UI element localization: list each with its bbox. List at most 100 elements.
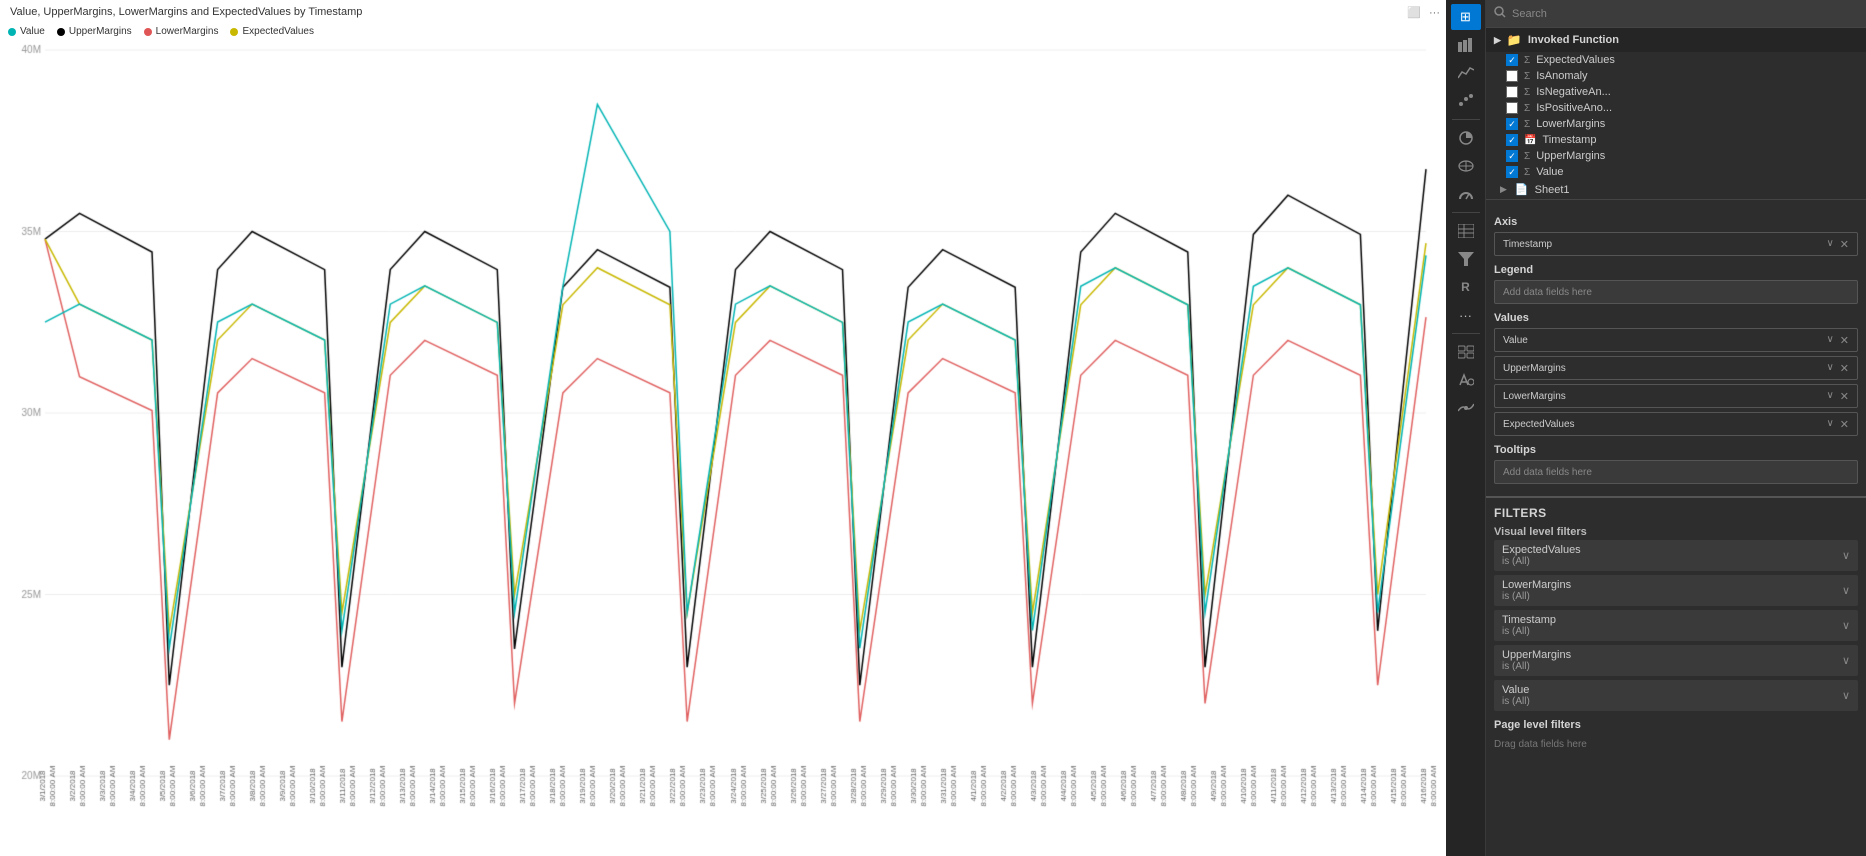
field-timestamp[interactable]: ✓ 📅 Timestamp (1486, 132, 1866, 148)
filter-timestamp-name: Timestamp (1502, 614, 1556, 626)
tb-icon-map[interactable] (1451, 153, 1481, 179)
filter-timestamp-inner: Timestamp is (All) (1502, 614, 1556, 637)
tb-icon-fields[interactable] (1451, 339, 1481, 365)
values-label-expected: ExpectedValues (1503, 419, 1575, 430)
field-upper-margins[interactable]: ✓ Σ UpperMargins (1486, 148, 1866, 164)
values-expected-chevron[interactable]: ∨ (1826, 418, 1833, 431)
filter-value[interactable]: Value is (All) ∨ (1494, 680, 1858, 711)
values-field-lower[interactable]: LowerMargins ∨ ✕ (1494, 384, 1858, 408)
field-name-lower: LowerMargins (1536, 118, 1605, 130)
axis-remove[interactable]: ✕ (1840, 238, 1849, 251)
filter-upper-val: is (All) (1502, 661, 1571, 672)
field-name-timestamp: Timestamp (1542, 134, 1596, 146)
tb-icon-grid[interactable]: ⊞ (1451, 4, 1481, 30)
tb-icon-filter[interactable] (1451, 246, 1481, 272)
axis-section-title: Axis (1494, 216, 1858, 228)
invoked-function-label: Invoked Function (1528, 34, 1619, 46)
filter-expected-name: ExpectedValues (1502, 544, 1581, 556)
field-name-upper: UpperMargins (1536, 150, 1605, 162)
field-icon-expected: Σ (1524, 55, 1530, 66)
values-label-upper: UpperMargins (1503, 363, 1566, 374)
tb-icon-pie[interactable] (1451, 125, 1481, 151)
filter-lower[interactable]: LowerMargins is (All) ∨ (1494, 575, 1858, 606)
values-lower-chevron[interactable]: ∨ (1826, 390, 1833, 403)
field-is-anomaly[interactable]: Σ IsAnomaly (1486, 68, 1866, 84)
field-is-negative[interactable]: Σ IsNegativeAn... (1486, 84, 1866, 100)
filter-value-name: Value (1502, 684, 1530, 696)
field-checkbox-anomaly[interactable] (1506, 70, 1518, 82)
tb-icon-scatter[interactable] (1451, 88, 1481, 114)
tb-icon-bar[interactable] (1451, 32, 1481, 58)
filter-value-val: is (All) (1502, 696, 1530, 707)
tb-icon-more2[interactable]: ··· (1451, 302, 1481, 328)
filter-timestamp[interactable]: Timestamp is (All) ∨ (1494, 610, 1858, 641)
axis-chevron[interactable]: ∨ (1826, 238, 1833, 251)
sheet1-label: Sheet1 (1535, 184, 1570, 196)
filter-expected-chevron[interactable]: ∨ (1842, 549, 1850, 562)
page-level-title: Page level filters (1494, 719, 1858, 731)
field-icon-positive: Σ (1524, 103, 1530, 114)
filter-expected[interactable]: ExpectedValues is (All) ∨ (1494, 540, 1858, 571)
filter-value-inner: Value is (All) (1502, 684, 1530, 707)
page-drag-hint: Drag data fields here (1494, 735, 1858, 754)
search-input[interactable] (1512, 8, 1858, 20)
filter-lower-inner: LowerMargins is (All) (1502, 579, 1571, 602)
tooltips-drop-zone[interactable]: Add data fields here (1494, 460, 1858, 484)
tb-icon-line[interactable] (1451, 60, 1481, 86)
field-checkbox-value[interactable]: ✓ (1506, 166, 1518, 178)
field-checkbox-expected[interactable]: ✓ (1506, 54, 1518, 66)
filter-upper[interactable]: UpperMargins is (All) ∨ (1494, 645, 1858, 676)
field-name-anomaly: IsAnomaly (1536, 70, 1587, 82)
field-expected-values[interactable]: ✓ Σ ExpectedValues (1486, 52, 1866, 68)
values-upper-chevron[interactable]: ∨ (1826, 362, 1833, 375)
invoked-function-header[interactable]: ▶ 📁 Invoked Function (1486, 28, 1866, 52)
tb-icon-R[interactable]: R (1451, 274, 1481, 300)
values-field-upper[interactable]: UpperMargins ∨ ✕ (1494, 356, 1858, 380)
values-lower-remove[interactable]: ✕ (1840, 390, 1849, 403)
tb-icon-format[interactable] (1451, 367, 1481, 393)
field-checkbox-negative[interactable] (1506, 86, 1518, 98)
filter-timestamp-chevron[interactable]: ∨ (1842, 619, 1850, 632)
values-upper-remove[interactable]: ✕ (1840, 362, 1849, 375)
filter-upper-inner: UpperMargins is (All) (1502, 649, 1571, 672)
values-field-value[interactable]: Value ∨ ✕ (1494, 328, 1858, 352)
field-checkbox-upper[interactable]: ✓ (1506, 150, 1518, 162)
values-field-expected[interactable]: ExpectedValues ∨ ✕ (1494, 412, 1858, 436)
icon-toolbar: ⊞ R ··· (1446, 0, 1486, 856)
fields-panel[interactable]: ▶ 📁 Invoked Function ✓ Σ ExpectedValues … (1486, 0, 1866, 856)
axis-field-label: Timestamp (1503, 239, 1552, 250)
filter-value-chevron[interactable]: ∨ (1842, 689, 1850, 702)
values-value-chevron[interactable]: ∨ (1826, 334, 1833, 347)
legend-drop-zone[interactable]: Add data fields here (1494, 280, 1858, 304)
folder-icon: 📁 (1507, 33, 1522, 47)
field-value[interactable]: ✓ Σ Value (1486, 164, 1866, 180)
values-expected-remove[interactable]: ✕ (1840, 418, 1849, 431)
filter-lower-val: is (All) (1502, 591, 1571, 602)
tb-icon-table[interactable] (1451, 218, 1481, 244)
values-value-remove[interactable]: ✕ (1840, 334, 1849, 347)
legend-section-title: Legend (1494, 264, 1858, 276)
chart-area: Value, UpperMargins, LowerMargins and Ex… (0, 0, 1446, 856)
field-checkbox-positive[interactable] (1506, 102, 1518, 114)
tb-icon-gauge[interactable] (1451, 181, 1481, 207)
values-label-lower: LowerMargins (1503, 391, 1566, 402)
field-checkbox-lower[interactable]: ✓ (1506, 118, 1518, 130)
tb-sep-2 (1452, 212, 1480, 213)
field-checkbox-timestamp[interactable]: ✓ (1506, 134, 1518, 146)
tb-sep-3 (1452, 333, 1480, 334)
legend-placeholder: Add data fields here (1503, 287, 1592, 298)
filter-lower-chevron[interactable]: ∨ (1842, 584, 1850, 597)
filters-title: FILTERS (1494, 498, 1858, 526)
filter-expected-val: is (All) (1502, 556, 1581, 567)
search-icon (1494, 6, 1506, 21)
sheet1-item[interactable]: ▶ 📄 Sheet1 (1486, 180, 1866, 199)
filter-upper-chevron[interactable]: ∨ (1842, 654, 1850, 667)
viz-pane: Axis Timestamp ∨ ✕ Legend Add data field… (1486, 199, 1866, 496)
field-lower-margins[interactable]: ✓ Σ LowerMargins (1486, 116, 1866, 132)
field-is-positive[interactable]: Σ IsPositiveAno... (1486, 100, 1866, 116)
field-icon-timestamp: 📅 (1524, 135, 1536, 146)
axis-drop-zone[interactable]: Timestamp ∨ ✕ (1494, 232, 1858, 256)
tb-icon-analytics[interactable] (1451, 395, 1481, 421)
field-icon-negative: Σ (1524, 87, 1530, 98)
field-icon-value: Σ (1524, 167, 1530, 178)
